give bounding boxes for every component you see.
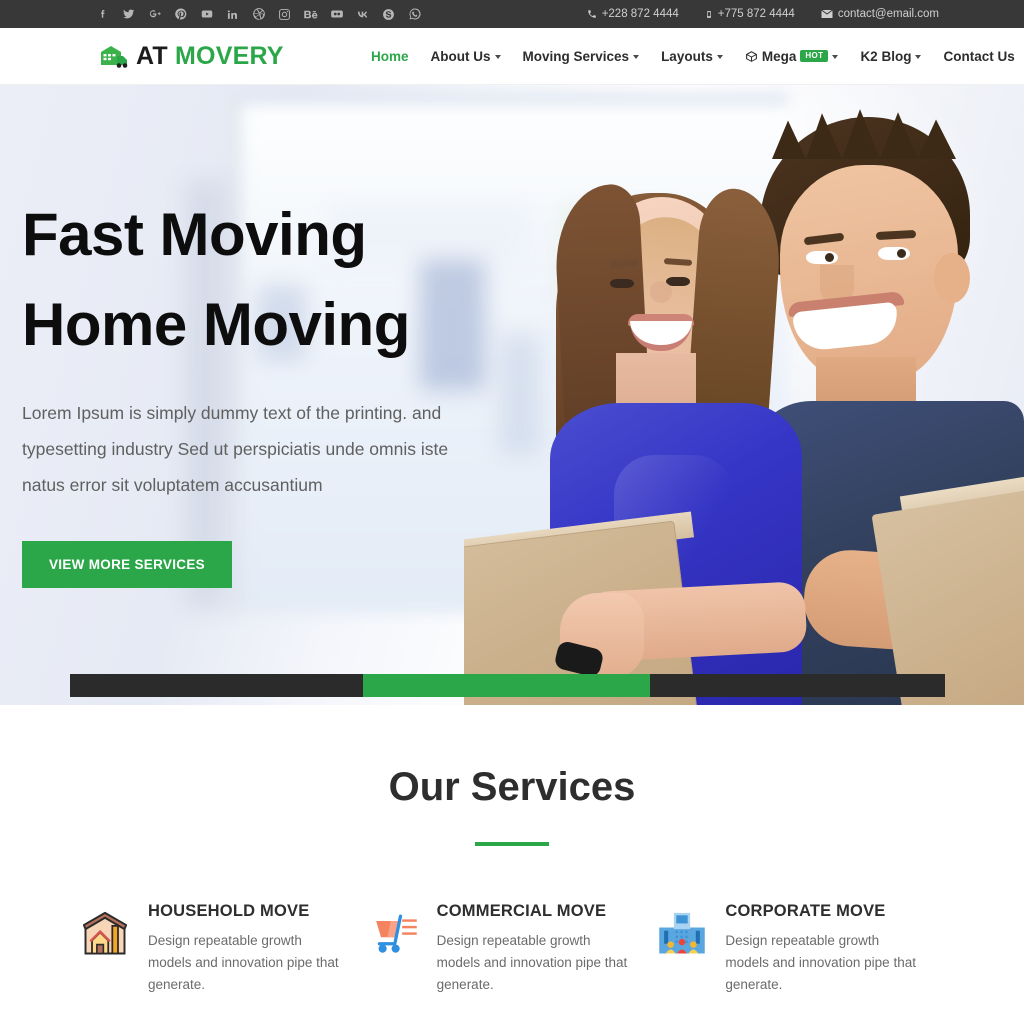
nav-item-contact-us[interactable]: Contact Us [932, 49, 1024, 64]
linkedin-icon[interactable] [225, 7, 240, 22]
logo-text-primary: AT [136, 41, 168, 70]
email-contact[interactable]: contact@email.com [821, 8, 939, 20]
social-links [95, 7, 422, 22]
service-item-commercial-move[interactable]: COMMERCIAL MOVE Design repeatable growth… [368, 902, 657, 996]
view-more-services-button[interactable]: VIEW MORE SERVICES [22, 540, 232, 588]
services-grid: HOUSEHOLD MOVE Design repeatable growth … [79, 902, 945, 1024]
facebook-icon[interactable] [95, 7, 110, 22]
slider-segment[interactable] [70, 674, 363, 697]
pinterest-icon[interactable] [173, 7, 188, 22]
services-section: Our Services HOUSEHOLD MOVE Design repea… [0, 705, 1024, 1024]
hero-paragraph: Lorem Ipsum is simply dummy text of the … [22, 403, 449, 495]
slider-segment-active[interactable] [363, 674, 651, 697]
warehouse-truck-logo-icon [101, 46, 128, 68]
nav-label: Contact Us [943, 48, 1015, 64]
nav-item-layouts[interactable]: Layouts [650, 49, 734, 64]
phone-icon [587, 10, 596, 18]
services-title: Our Services [388, 765, 636, 809]
mobile-icon [706, 10, 711, 18]
mobile-number: +775 872 4444 [717, 8, 795, 20]
vk-icon[interactable] [355, 7, 370, 22]
behance-icon[interactable] [303, 7, 318, 22]
hero-content: Fast Moving Home Moving Lorem Ipsum is s… [22, 190, 492, 588]
site-header: AT MOVERY Home About Us Moving Services … [0, 28, 1024, 85]
site-logo[interactable]: AT MOVERY [99, 42, 284, 71]
nav-item-about-us[interactable]: About Us [420, 49, 512, 64]
nav-label: Home [371, 48, 409, 64]
service-title: COMMERCIAL MOVE [436, 902, 607, 920]
top-bar: +228 872 4444 +775 872 4444 contact@emai… [0, 0, 1024, 28]
hero-photo-couple-with-boxes [464, 85, 1024, 705]
slider-progress-bar[interactable] [70, 674, 945, 697]
chevron-down-icon [832, 55, 839, 59]
title-underline [475, 842, 549, 846]
nav-label: About Us [430, 48, 491, 64]
warehouse-house-icon [79, 908, 131, 960]
nav-item-k2-blog[interactable]: K2 Blog [849, 49, 932, 64]
skype-icon[interactable] [381, 7, 396, 22]
hot-badge: HOT [800, 49, 829, 63]
google-plus-icon[interactable] [147, 7, 162, 22]
nav-item-home[interactable]: Home [360, 49, 420, 64]
hero-slider: Fast Moving Home Moving Lorem Ipsum is s… [0, 85, 1024, 705]
instagram-icon[interactable] [277, 7, 292, 22]
shopping-cart-icon [368, 908, 420, 960]
dribbble-icon[interactable] [251, 7, 266, 22]
hero-title: Fast Moving Home Moving [22, 190, 492, 370]
slider-segment[interactable] [650, 674, 945, 697]
chevron-down-icon [915, 55, 922, 59]
office-building-icon [656, 908, 708, 960]
phone-number: +228 872 4444 [601, 8, 679, 20]
nav-label: Layouts [661, 48, 713, 64]
service-description: Design repeatable growth models and inno… [436, 933, 628, 992]
hero-title-line-2: Home Moving [22, 291, 410, 358]
service-title: HOUSEHOLD MOVE [148, 902, 310, 920]
nav-label: K2 Blog [860, 48, 912, 64]
service-item-corporate-move[interactable]: CORPORATE MOVE Design repeatable growth … [656, 902, 945, 996]
nav-label: Moving Services [522, 48, 630, 64]
service-description: Design repeatable growth models and inno… [725, 933, 916, 992]
email-address: contact@email.com [837, 8, 939, 20]
chevron-down-icon [494, 55, 501, 59]
chevron-down-icon [716, 55, 723, 59]
envelope-icon [821, 9, 833, 18]
cube-icon [745, 50, 757, 62]
mobile-contact[interactable]: +775 872 4444 [705, 8, 795, 20]
nav-label: Mega [761, 48, 797, 64]
flickr-icon[interactable] [329, 7, 344, 22]
youtube-icon[interactable] [199, 7, 214, 22]
whatsapp-icon[interactable] [407, 7, 422, 22]
nav-item-moving-services[interactable]: Moving Services [512, 49, 651, 64]
chevron-down-icon [633, 55, 640, 59]
phone-contact[interactable]: +228 872 4444 [587, 8, 679, 20]
service-item-household-move[interactable]: HOUSEHOLD MOVE Design repeatable growth … [79, 902, 368, 996]
contact-info: +228 872 4444 +775 872 4444 contact@emai… [587, 8, 939, 20]
nav-item-mega[interactable]: Mega HOT [734, 49, 850, 64]
service-description: Design repeatable growth models and inno… [148, 933, 339, 992]
logo-text-secondary: MOVERY [175, 41, 284, 70]
twitter-icon[interactable] [121, 7, 136, 22]
hero-title-line-1: Fast Moving [22, 201, 367, 268]
main-navigation: Home About Us Moving Services Layouts Me… [360, 49, 1024, 64]
service-title: CORPORATE MOVE [725, 902, 886, 920]
